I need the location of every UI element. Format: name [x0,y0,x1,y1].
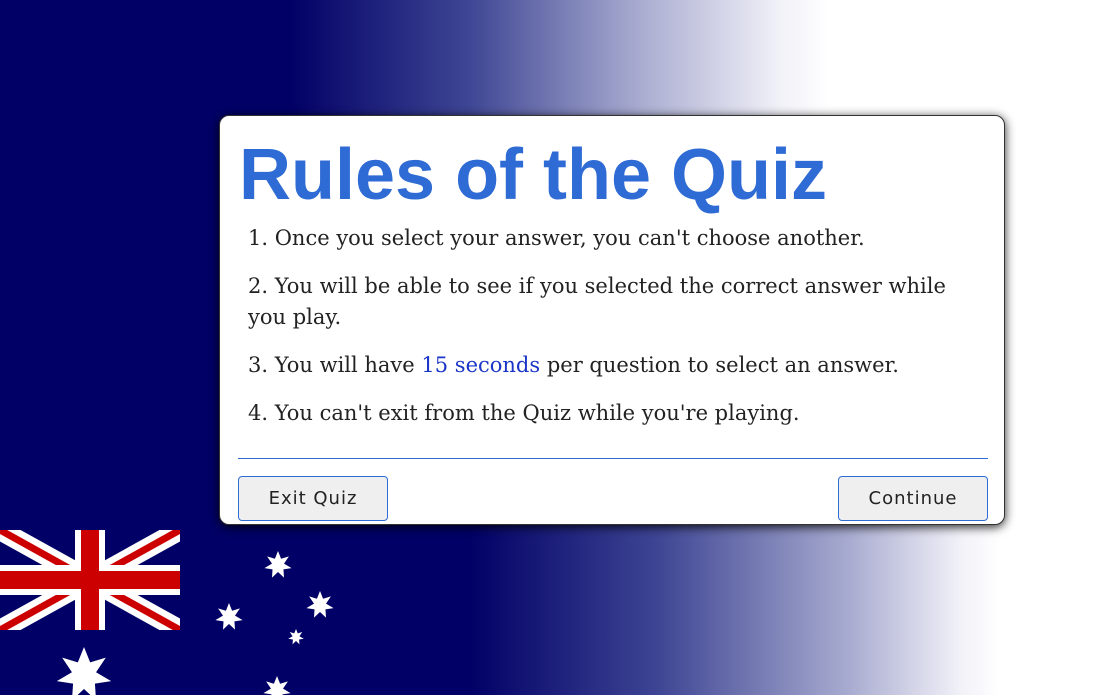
continue-button[interactable]: Continue [838,476,988,521]
time-limit-highlight: 15 seconds [421,353,541,377]
rule-item: 2. You will be able to see if you select… [248,274,946,329]
dialog-title: Rules of the Quiz [239,135,828,215]
southern-cross-stars [56,551,334,695]
exit-quiz-button[interactable]: Exit Quiz [238,476,388,521]
rule-item: 4. You can't exit from the Quiz while yo… [248,401,800,425]
star-icon [306,591,334,618]
rule-item: 3. You will have 15 seconds per question… [248,350,978,381]
rule-text: per question to select an answer. [540,353,899,377]
rule-text: 3. You will have [248,353,422,377]
rule-item: 1. Once you select your answer, you can'… [248,226,865,250]
star-icon [288,629,304,645]
rules-list: 1. Once you select your answer, you can'… [248,223,978,446]
divider [238,458,988,459]
star-icon [215,603,243,630]
rules-dialog: Rules of the Quiz 1. Once you select you… [219,115,1005,525]
star-icon [264,551,292,578]
star-icon [56,647,112,695]
star-icon [263,676,291,695]
